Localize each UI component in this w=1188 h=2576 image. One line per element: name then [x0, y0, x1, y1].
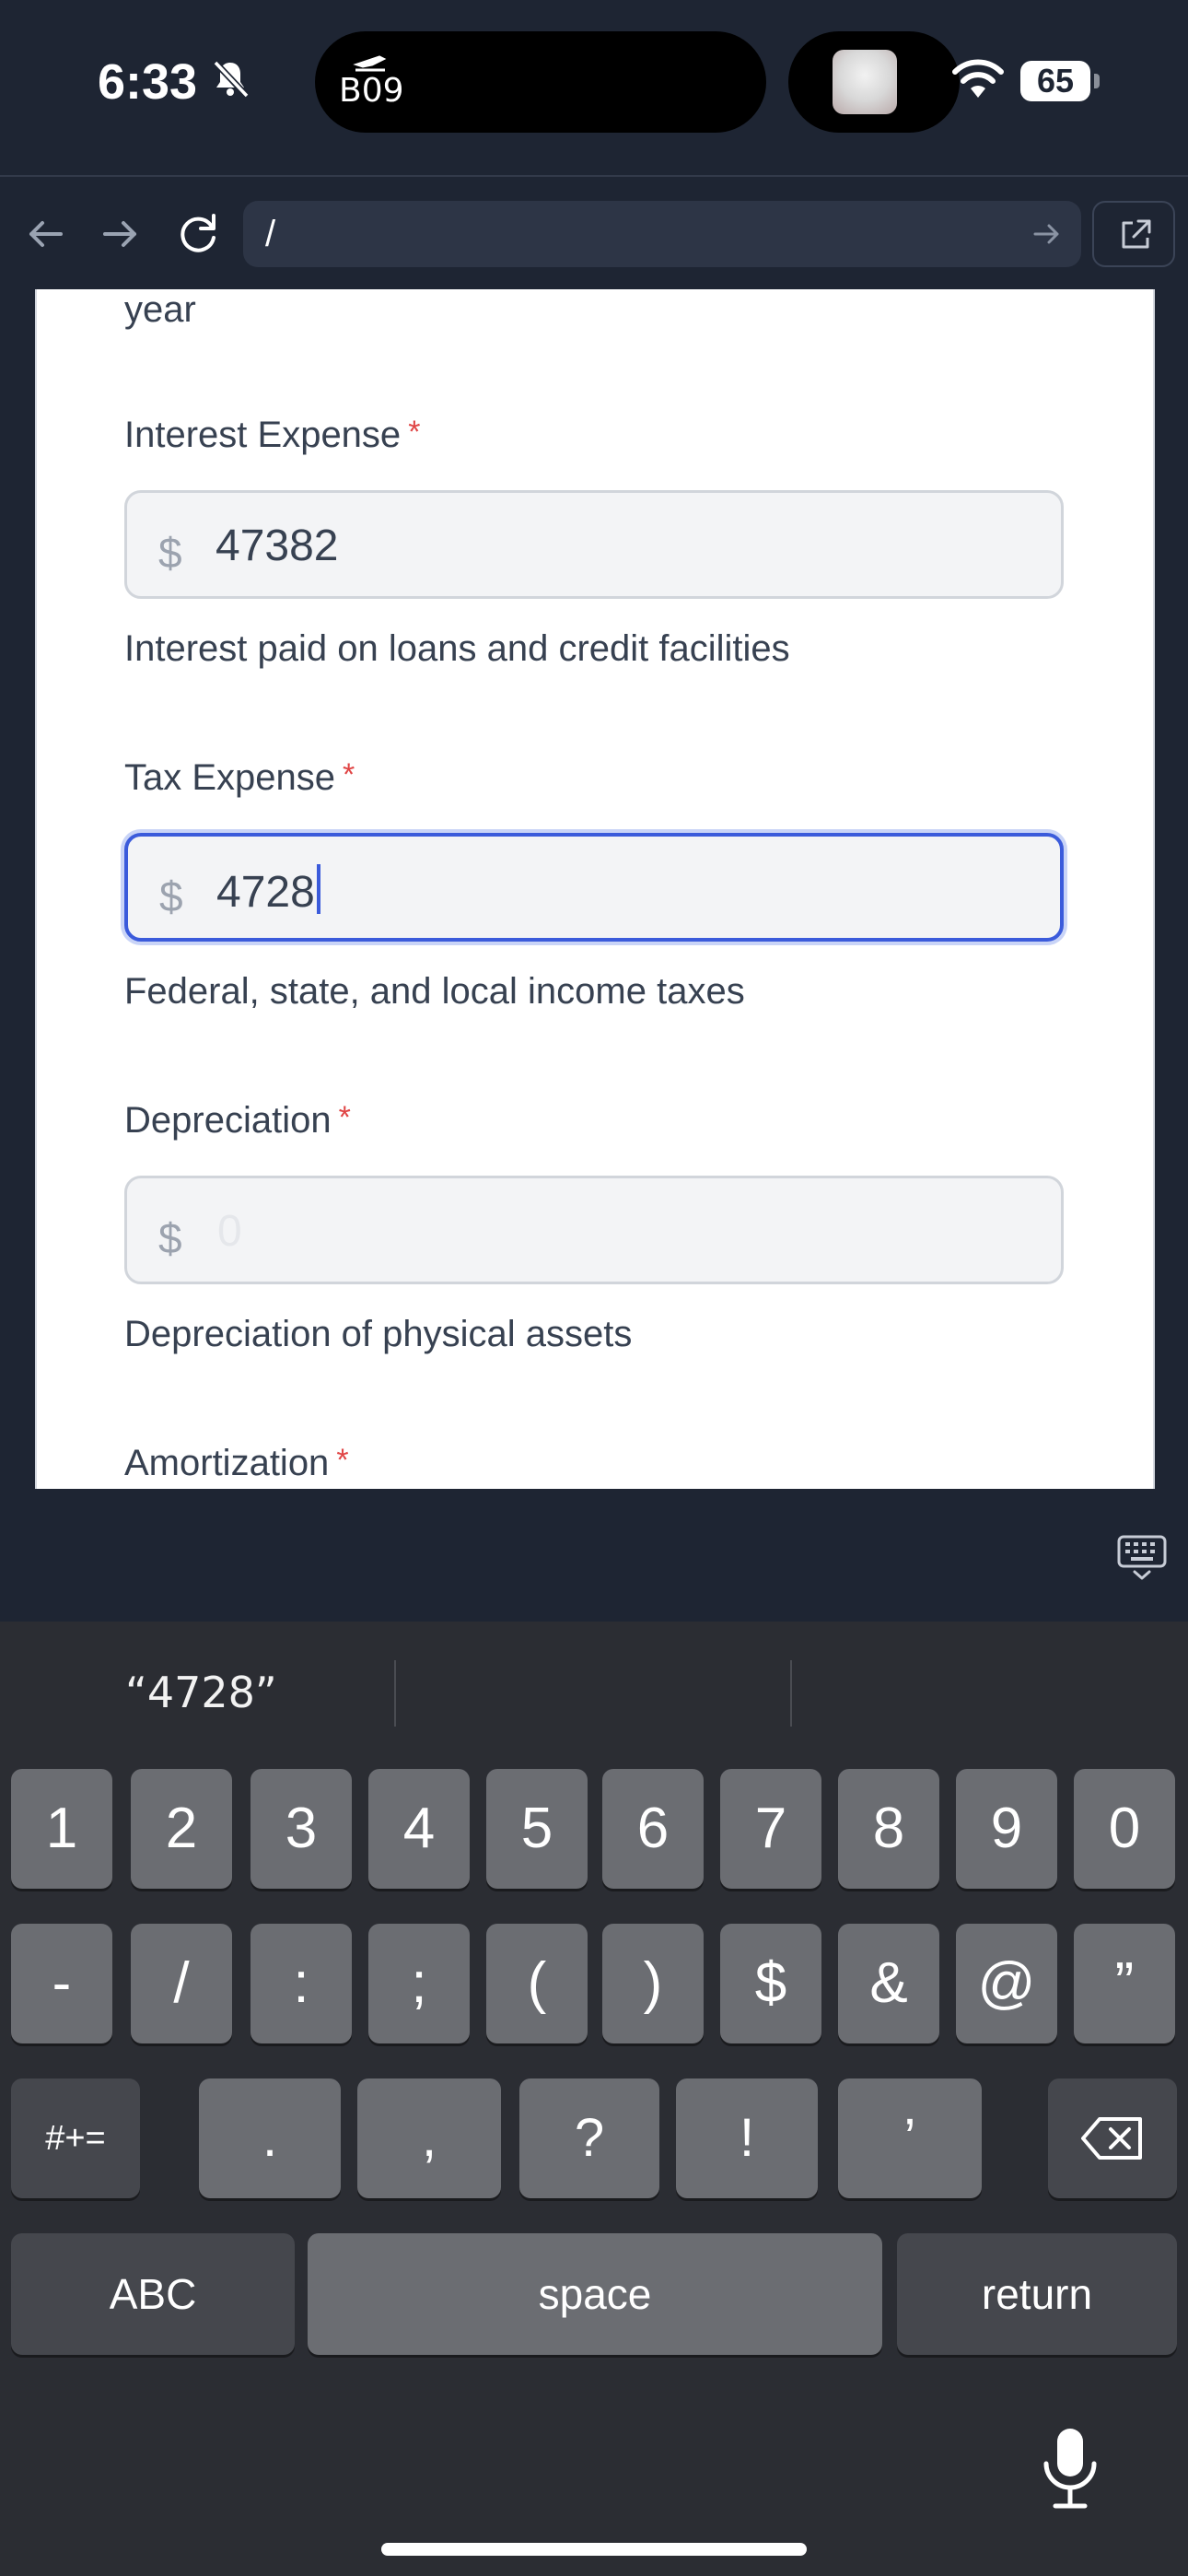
- keyboard-dismiss-icon[interactable]: [1116, 1531, 1168, 1583]
- key-at[interactable]: @: [956, 1924, 1057, 2043]
- key-semicolon[interactable]: ;: [368, 1924, 470, 2043]
- key-4[interactable]: 4: [368, 1769, 470, 1889]
- go-arrow-icon[interactable]: [1030, 217, 1063, 251]
- key-period[interactable]: .: [199, 2078, 341, 2198]
- required-asterisk: *: [338, 1100, 351, 1135]
- url-bar[interactable]: /: [243, 201, 1081, 267]
- text-caret: [316, 864, 320, 914]
- open-external-button[interactable]: [1092, 201, 1175, 267]
- ios-keyboard: “4728” 1 2 3 4 5 6 7 8 9 0 - / : ; ( ) $…: [0, 1622, 1188, 2576]
- microphone-icon[interactable]: [1037, 2425, 1103, 2513]
- key-exclamation[interactable]: !: [676, 2078, 818, 2198]
- key-open-paren[interactable]: (: [486, 1924, 588, 2043]
- depreciation-input[interactable]: $ 0: [124, 1176, 1064, 1284]
- external-link-icon: [1122, 219, 1151, 249]
- bell-muted-icon: [213, 60, 250, 99]
- tax-expense-input[interactable]: $ 4728: [124, 833, 1064, 942]
- required-asterisk: *: [408, 415, 421, 450]
- tax-expense-help: Federal, state, and local income taxes: [124, 971, 745, 1012]
- depreciation-help: Depreciation of physical assets: [124, 1314, 633, 1354]
- backspace-icon: [1081, 2117, 1142, 2160]
- key-return[interactable]: return: [897, 2233, 1177, 2355]
- key-colon[interactable]: :: [250, 1924, 352, 2043]
- key-2[interactable]: 2: [131, 1769, 232, 1889]
- forward-arrow-icon[interactable]: [92, 208, 147, 260]
- amortization-label-text: Amortization: [124, 1443, 330, 1483]
- interest-expense-input[interactable]: $ 47382: [124, 490, 1064, 599]
- key-apostrophe[interactable]: ’: [838, 2078, 982, 2198]
- key-7[interactable]: 7: [720, 1769, 821, 1889]
- tax-expense-label-text: Tax Expense: [124, 757, 336, 798]
- status-time: 6:33: [98, 54, 198, 110]
- depreciation-label: Depreciation *: [124, 1100, 351, 1142]
- wifi-icon: [952, 59, 1004, 98]
- home-indicator[interactable]: [381, 2543, 807, 2556]
- interest-expense-value: 47382: [215, 521, 339, 570]
- suggestion-divider: [790, 1660, 792, 1727]
- key-1[interactable]: 1: [11, 1769, 112, 1889]
- depreciation-placeholder: 0: [217, 1207, 242, 1256]
- key-ampersand[interactable]: &: [838, 1924, 939, 2043]
- key-comma[interactable]: ,: [357, 2078, 501, 2198]
- tax-expense-label: Tax Expense *: [124, 757, 355, 799]
- key-5[interactable]: 5: [486, 1769, 588, 1889]
- key-quote[interactable]: ”: [1074, 1924, 1175, 2043]
- currency-symbol: $: [159, 872, 183, 920]
- back-arrow-icon[interactable]: [18, 208, 74, 260]
- web-content: year Interest Expense * $ 47382 Interest …: [0, 289, 1188, 1489]
- required-asterisk: *: [343, 757, 355, 792]
- now-playing-island: [788, 31, 960, 133]
- delete-key[interactable]: [1048, 2078, 1177, 2198]
- key-hyphen[interactable]: -: [11, 1924, 112, 2043]
- flight-code: B09: [339, 72, 404, 110]
- interest-expense-help: Interest paid on loans and credit facili…: [124, 628, 790, 669]
- key-9[interactable]: 9: [956, 1769, 1057, 1889]
- key-close-paren[interactable]: ): [602, 1924, 704, 2043]
- amortization-label: Amortization *: [124, 1443, 349, 1484]
- status-bar: 6:33 B09 65: [0, 0, 1188, 175]
- battery-indicator: 65: [1020, 61, 1090, 101]
- key-space[interactable]: space: [308, 2233, 882, 2355]
- browser-toolbar: /: [0, 175, 1188, 289]
- key-more-symbols[interactable]: #+=: [11, 2078, 140, 2198]
- dynamic-island: B09: [315, 31, 766, 133]
- key-slash[interactable]: /: [131, 1924, 232, 2043]
- interest-expense-label-text: Interest Expense: [124, 415, 402, 455]
- url-text: /: [265, 214, 276, 254]
- battery-nub: [1094, 74, 1100, 88]
- key-dollar[interactable]: $: [720, 1924, 821, 2043]
- keyboard-accessory-bar: [0, 1489, 1188, 1622]
- autocomplete-suggestion[interactable]: “4728”: [125, 1668, 277, 1717]
- key-8[interactable]: 8: [838, 1769, 939, 1889]
- reload-icon[interactable]: [171, 208, 227, 260]
- required-asterisk: *: [336, 1443, 349, 1478]
- tax-expense-value-wrap: 4728: [216, 864, 320, 918]
- tax-expense-value: 4728: [216, 868, 315, 917]
- key-3[interactable]: 3: [250, 1769, 352, 1889]
- suggestion-divider: [394, 1660, 396, 1727]
- key-abc[interactable]: ABC: [11, 2233, 295, 2355]
- key-6[interactable]: 6: [602, 1769, 704, 1889]
- depreciation-label-text: Depreciation: [124, 1100, 332, 1141]
- interest-expense-label: Interest Expense *: [124, 415, 420, 456]
- currency-symbol: $: [158, 529, 182, 577]
- album-art: [833, 50, 897, 114]
- key-question[interactable]: ?: [519, 2078, 659, 2198]
- key-0[interactable]: 0: [1074, 1769, 1175, 1889]
- currency-symbol: $: [158, 1214, 182, 1262]
- previous-help-fragment: year: [124, 289, 196, 330]
